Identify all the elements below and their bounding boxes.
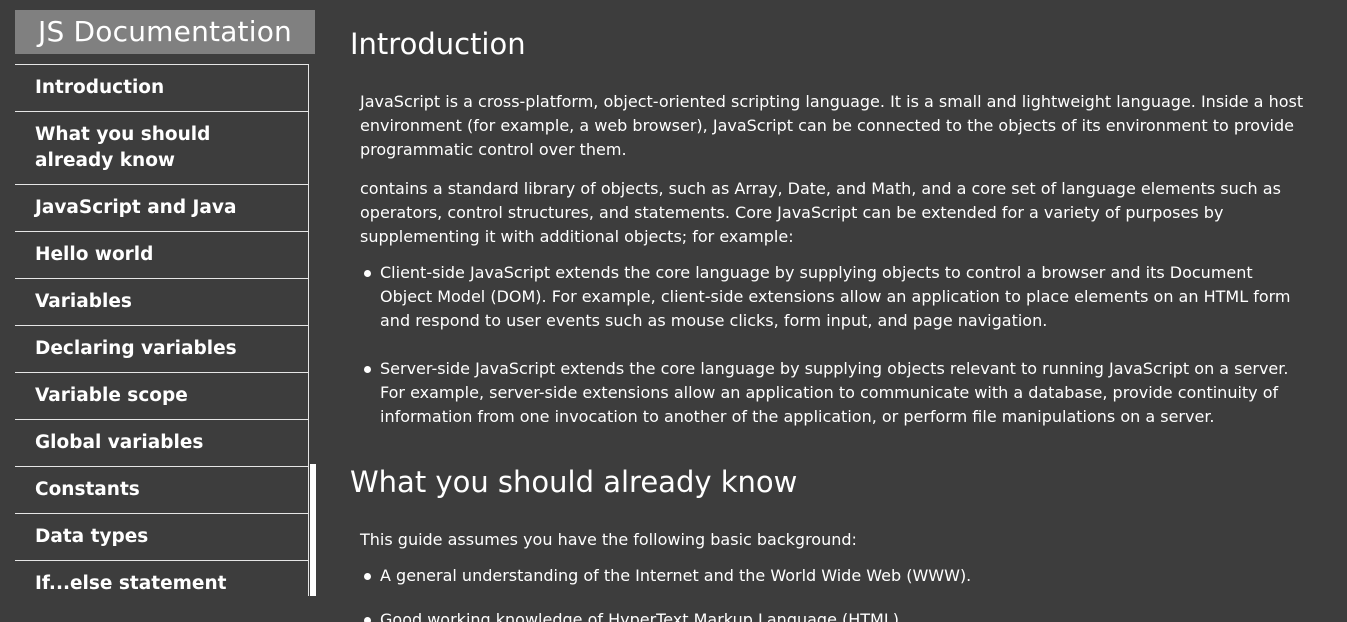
sidebar-scrollbar-thumb[interactable] (310, 464, 316, 596)
nav-link-variables[interactable]: Variables (15, 279, 308, 326)
background-bullet-list: A general understanding of the Internet … (360, 564, 1295, 622)
nav-link-if-else-statement[interactable]: If...else statement (15, 561, 308, 597)
nav-link-constants[interactable]: Constants (15, 467, 308, 514)
list-item: Server-side JavaScript extends the core … (360, 357, 1295, 429)
section-title-introduction: Introduction (350, 27, 526, 61)
bullet-dot-icon (364, 573, 371, 580)
list-item-text: Client-side JavaScript extends the core … (380, 263, 1291, 330)
nav-link-variable-scope[interactable]: Variable scope (15, 373, 308, 420)
section-title-what-you-should-already-know: What you should already know (350, 465, 798, 499)
bullet-dot-icon (364, 617, 371, 622)
list-item: A general understanding of the Internet … (360, 564, 1295, 588)
intro-paragraph-2: contains a standard library of objects, … (360, 179, 1281, 246)
list-item: Client-side JavaScript extends the core … (360, 261, 1295, 333)
nav-link-data-types[interactable]: Data types (15, 514, 308, 561)
background-paragraph: This guide assumes you have the followin… (360, 530, 857, 549)
sidebar-header: JS Documentation (15, 10, 315, 54)
list-item: Good working knowledge of HyperText Mark… (360, 608, 1295, 622)
bullet-dot-icon (364, 366, 371, 373)
sidebar: JS Documentation Introduction What you s… (15, 10, 316, 597)
nav-list[interactable]: Introduction What you should already kno… (15, 64, 308, 597)
sidebar-scrollbar[interactable] (308, 64, 316, 596)
nav-link-introduction[interactable]: Introduction (15, 65, 308, 112)
main-content[interactable]: Introduction JavaScript is a cross-platf… (350, 0, 1310, 622)
intro-bullet-list: Client-side JavaScript extends the core … (360, 261, 1295, 429)
documentation-page: JS Documentation Introduction What you s… (0, 0, 1347, 622)
nav-link-global-variables[interactable]: Global variables (15, 420, 308, 467)
nav-link-what-you-should-already-know[interactable]: What you should already know (15, 112, 308, 185)
nav-link-declaring-variables[interactable]: Declaring variables (15, 326, 308, 373)
nav-link-hello-world[interactable]: Hello world (15, 232, 308, 279)
list-item-text: Server-side JavaScript extends the core … (380, 359, 1289, 426)
list-item-text: Good working knowledge of HyperText Mark… (380, 610, 905, 622)
bullet-dot-icon (364, 270, 371, 277)
nav-link-javascript-and-java[interactable]: JavaScript and Java (15, 185, 308, 232)
list-item-text: A general understanding of the Internet … (380, 566, 972, 585)
intro-paragraph-1: JavaScript is a cross-platform, object-o… (360, 92, 1304, 159)
